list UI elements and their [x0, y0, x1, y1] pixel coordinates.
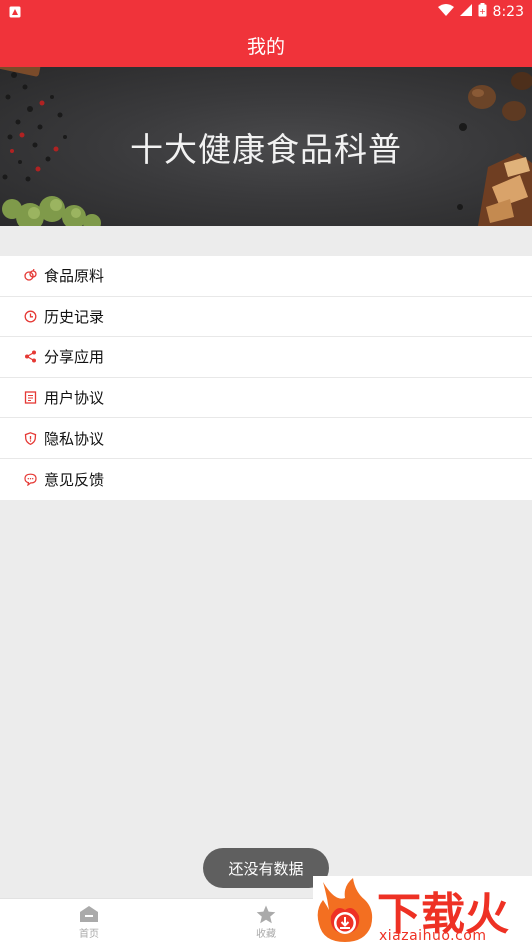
star-icon	[256, 904, 276, 924]
menu-item-share[interactable]: 分享应用	[0, 337, 532, 378]
share-icon	[23, 350, 37, 364]
menu-item-label: 意见反馈	[44, 470, 105, 489]
page-title: 我的	[246, 36, 285, 58]
status-time: 8:23	[492, 4, 524, 20]
menu-item-label: 分享应用	[44, 348, 105, 367]
tab-label: 首页	[79, 929, 99, 940]
watermark-subtitle: xiazaihuo.com	[379, 928, 487, 944]
ingredients-icon	[23, 269, 37, 283]
shield-icon	[23, 431, 37, 445]
banner-title: 十大健康食品科普	[130, 129, 402, 169]
chat-bubble-icon	[23, 472, 37, 486]
wifi-icon	[437, 4, 454, 20]
clock-icon	[23, 309, 37, 323]
signal-icon	[459, 4, 472, 20]
svg-text:+: +	[479, 7, 486, 16]
menu-item-privacy[interactable]: 隐私协议	[0, 418, 532, 459]
menu-item-label: 历史记录	[44, 307, 105, 326]
menu-item-feedback[interactable]: 意见反馈	[0, 459, 532, 500]
notification-icon	[8, 5, 22, 19]
document-icon	[23, 391, 37, 405]
menu-item-user-agreement[interactable]: 用户协议	[0, 378, 532, 419]
flame-logo-icon	[317, 878, 373, 942]
menu-item-ingredients[interactable]: 食品原料	[0, 256, 532, 297]
toast-message: 还没有数据	[203, 848, 329, 888]
tab-home[interactable]: 首页	[29, 899, 149, 945]
menu-list: 食品原料 历史记录 分享应用 用户协议 隐私协议 意见反馈	[0, 256, 532, 500]
menu-item-label: 食品原料	[44, 267, 105, 286]
menu-item-label: 隐私协议	[44, 429, 105, 448]
status-bar: + 8:23	[0, 0, 532, 24]
menu-item-label: 用户协议	[44, 389, 105, 408]
banner[interactable]: 十大健康食品科普	[0, 67, 532, 226]
app-header: 我的	[0, 24, 532, 67]
watermark: 下载火 xiazaihuo.com	[313, 876, 532, 946]
battery-icon: +	[478, 3, 487, 21]
home-icon	[79, 904, 99, 924]
tab-favorites[interactable]: 收藏	[206, 899, 326, 945]
menu-item-history[interactable]: 历史记录	[0, 297, 532, 338]
tab-label: 收藏	[256, 929, 276, 940]
